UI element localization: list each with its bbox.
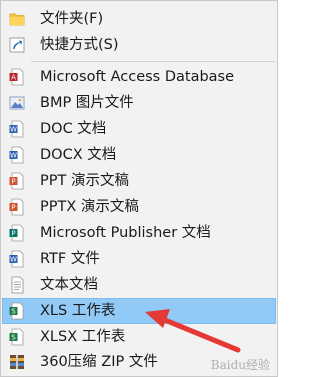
new-item-context-menu: 文件夹(F) 快捷方式(S) A Microsoft Access Databa… xyxy=(0,0,278,377)
access-file-icon: A xyxy=(9,68,25,86)
svg-text:S: S xyxy=(11,334,16,342)
menu-item-doc[interactable]: W DOC 文档 xyxy=(2,116,276,142)
svg-text:P: P xyxy=(11,178,15,186)
ppt-file-icon: P xyxy=(9,198,25,216)
menu-item-label: RTF 文件 xyxy=(40,251,100,267)
menu-item-label: 文本文档 xyxy=(40,277,98,293)
menu-item-label: XLS 工作表 xyxy=(40,303,116,319)
menu-item-xlsx[interactable]: S XLSX 工作表 xyxy=(2,324,276,350)
menu-item-folder[interactable]: 文件夹(F) xyxy=(2,6,276,32)
svg-text:A: A xyxy=(11,74,16,82)
bmp-file-icon xyxy=(9,94,25,112)
menu-item-publisher[interactable]: P Microsoft Publisher 文档 xyxy=(2,220,276,246)
menu-item-label: PPT 演示文稿 xyxy=(40,173,129,189)
menu-item-label: XLSX 工作表 xyxy=(40,329,126,345)
svg-text:S: S xyxy=(11,308,16,316)
svg-text:W: W xyxy=(10,126,17,134)
excel-file-icon: S xyxy=(9,302,25,320)
rtf-file-icon: W xyxy=(9,250,25,268)
menu-item-pptx[interactable]: P PPTX 演示文稿 xyxy=(2,194,276,220)
menu-separator xyxy=(31,61,275,62)
watermark: Baidu经验 xyxy=(210,358,270,372)
menu-item-label: 快捷方式(S) xyxy=(40,37,119,53)
menu-item-label: Microsoft Publisher 文档 xyxy=(40,225,211,241)
menu-item-label: DOCX 文档 xyxy=(40,147,117,163)
word-file-icon: W xyxy=(9,146,25,164)
menu-item-docx[interactable]: W DOCX 文档 xyxy=(2,142,276,168)
ppt-file-icon: P xyxy=(9,172,25,190)
menu-item-shortcut[interactable]: 快捷方式(S) xyxy=(2,32,276,58)
menu-item-label: Microsoft Access Database xyxy=(40,69,235,85)
menu-item-access-database[interactable]: A Microsoft Access Database xyxy=(2,64,276,90)
folder-icon xyxy=(9,10,25,28)
text-file-icon xyxy=(9,276,25,294)
menu-item-label: 文件夹(F) xyxy=(40,11,104,27)
publisher-file-icon: P xyxy=(9,224,25,242)
menu-item-label: BMP 图片文件 xyxy=(40,95,134,111)
svg-text:P: P xyxy=(11,204,15,212)
menu-item-xls[interactable]: S XLS 工作表 xyxy=(2,298,276,324)
menu-item-label: PPTX 演示文稿 xyxy=(40,199,139,215)
menu-item-bmp[interactable]: BMP 图片文件 xyxy=(2,90,276,116)
menu-item-rtf[interactable]: W RTF 文件 xyxy=(2,246,276,272)
zip-file-icon xyxy=(9,353,25,371)
menu-item-label: DOC 文档 xyxy=(40,121,107,137)
excel-file-icon: S xyxy=(9,328,25,346)
menu-item-label: 360压缩 ZIP 文件 xyxy=(40,354,158,370)
svg-text:P: P xyxy=(11,230,15,238)
svg-text:W: W xyxy=(10,256,17,264)
shortcut-icon xyxy=(9,36,25,54)
svg-text:W: W xyxy=(10,152,17,160)
word-file-icon: W xyxy=(9,120,25,138)
menu-item-text-document[interactable]: 文本文档 xyxy=(2,272,276,298)
menu-item-ppt[interactable]: P PPT 演示文稿 xyxy=(2,168,276,194)
